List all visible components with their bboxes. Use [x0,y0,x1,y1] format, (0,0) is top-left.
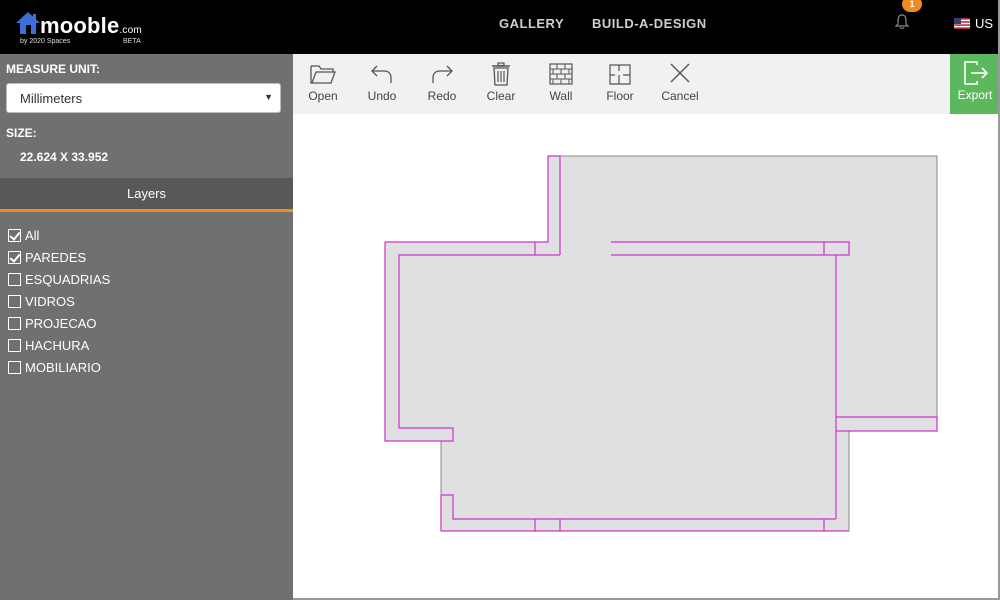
logo-wordmark: mooble.com [40,13,142,38]
logo-byline: by 2020 Spaces [20,38,71,45]
nav-gallery[interactable]: GALLERY [499,16,564,31]
size-value: 22.624 X 33.952 [20,150,109,164]
nav-build-a-design[interactable]: BUILD-A-DESIGN [592,16,707,31]
undo-icon [371,65,392,83]
layers-header: Layers [0,178,293,212]
undo-button[interactable]: Undo [354,62,410,103]
clear-label: Clear [486,89,516,103]
measure-unit-label: MEASURE UNIT: [6,62,101,76]
close-icon [670,63,690,83]
caret-down-icon: ▼ [264,92,273,102]
open-button[interactable]: Open [295,62,351,103]
language-label: US [975,16,994,31]
layer-item-esquadrias[interactable]: ESQUADRIAS [8,268,110,290]
layer-checkbox[interactable] [8,272,21,286]
layer-label: All [25,227,40,243]
undo-label: Undo [367,89,397,103]
floor-plan-icon [609,64,631,85]
layer-checkbox[interactable] [8,338,21,352]
measure-unit-value: Millimeters [20,91,83,106]
floor-label: Floor [606,89,634,103]
layer-label: HACHURA [25,337,90,353]
floor-plan[interactable] [293,114,999,599]
redo-label: Redo [427,89,457,103]
top-bar: mooble.com by 2020 Spaces BETA GALLERY B… [0,0,1000,54]
folder-open-icon [310,65,336,84]
layer-checkbox[interactable] [8,294,21,308]
bell-icon[interactable] [895,14,909,30]
redo-icon [432,65,453,83]
trash-icon [492,62,510,86]
toolbar: Open Undo Redo Clear Wall Floor Cancel [293,54,1000,114]
layer-list: All PAREDES ESQUADRIAS VIDROS PROJECAO H… [8,224,110,378]
layer-item-all[interactable]: All [8,224,110,246]
wall-button[interactable]: Wall [533,62,589,103]
layer-label: VIDROS [25,293,75,309]
mooble-logo[interactable]: mooble.com by 2020 Spaces BETA [14,10,154,48]
cancel-label: Cancel [661,89,699,103]
layer-checkbox[interactable] [8,228,21,242]
beta-label: BETA [123,38,141,45]
layer-item-vidros[interactable]: VIDROS [8,290,110,312]
house-logo-icon [16,12,40,34]
floor-outline[interactable] [384,155,938,532]
export-label: Export [957,88,993,102]
layer-item-mobiliario[interactable]: MOBILIARIO [8,356,110,378]
layer-label: PAREDES [25,249,87,265]
drawing-canvas[interactable] [293,114,999,599]
layer-item-paredes[interactable]: PAREDES [8,246,110,268]
measure-unit-select[interactable]: Millimeters ▼ [6,83,281,113]
layer-label: MOBILIARIO [25,359,101,375]
layer-checkbox[interactable] [8,250,21,264]
brick-wall-icon [549,63,573,85]
clear-button[interactable]: Clear [473,62,529,103]
layer-checkbox[interactable] [8,316,21,330]
redo-button[interactable]: Redo [414,62,470,103]
layer-label: PROJECAO [25,315,97,331]
language-selector[interactable]: US [954,16,993,31]
notification-badge[interactable]: 1 [902,0,922,12]
layer-checkbox[interactable] [8,360,21,374]
layer-item-hachura[interactable]: HACHURA [8,334,110,356]
export-icon [964,61,989,85]
sidebar: MEASURE UNIT: Millimeters ▼ SIZE: 22.624… [0,54,293,600]
size-label: SIZE: [6,126,37,140]
cancel-button[interactable]: Cancel [652,62,708,103]
wall-label: Wall [549,89,573,103]
open-label: Open [308,89,338,103]
us-flag-icon [954,18,970,29]
export-button[interactable]: Export [950,54,1000,114]
floor-button[interactable]: Floor [592,62,648,103]
layer-item-projecao[interactable]: PROJECAO [8,312,110,334]
layer-label: ESQUADRIAS [25,271,111,287]
